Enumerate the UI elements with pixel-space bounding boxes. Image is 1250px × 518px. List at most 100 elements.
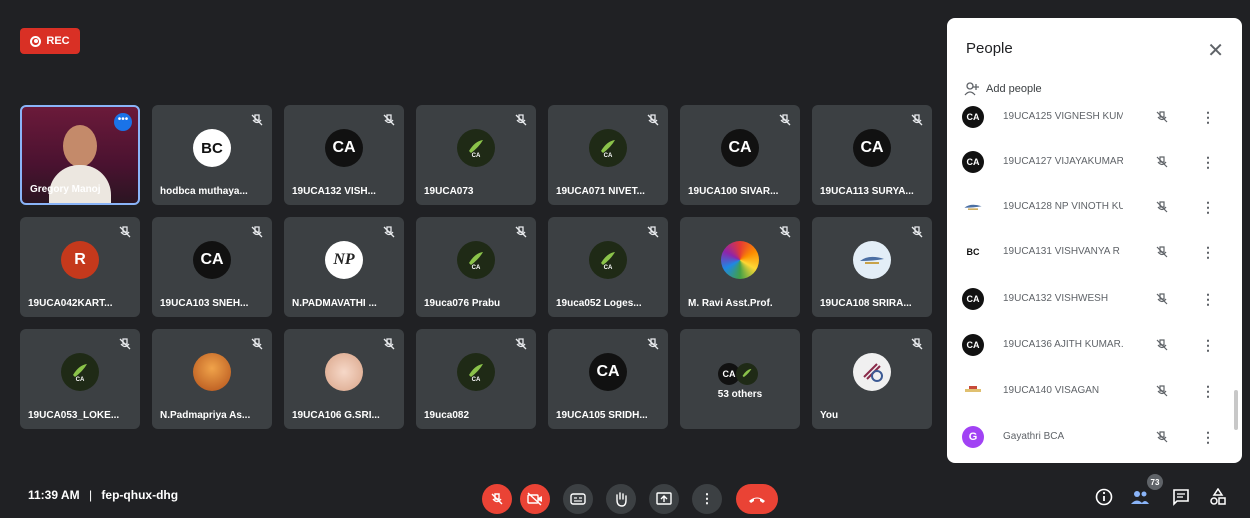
participant-list-item[interactable]: CA 19UCA132 VISHWESH ⋮ (947, 281, 1242, 317)
add-people-label: Add people (986, 83, 1042, 95)
participant-list-item[interactable]: CA 19UCA127 VIJAYAKUMAR K ⋮ (947, 144, 1242, 180)
info-icon (1095, 488, 1113, 506)
mic-off-icon[interactable] (1155, 384, 1169, 398)
participant-list-item[interactable]: CA 19UCA136 AJITH KUMAR.M ⋮ (947, 327, 1242, 363)
participant-name: 19UCA132 VISHWESH (1003, 293, 1109, 304)
participant-list-item[interactable]: CA 19UCA125 VIGNESH KUM... ⋮ (947, 99, 1242, 135)
participant-tile[interactable]: CA 19UCA103 SNEH... (152, 217, 272, 317)
participant-tile[interactable]: CA 19uca052 Loges... (548, 217, 668, 317)
more-options-button[interactable]: ⋮ (692, 484, 722, 514)
participant-avatar (853, 353, 891, 391)
others-count: 53 others (717, 389, 763, 400)
leaf-logo-icon: CA (601, 140, 615, 159)
meeting-info-button[interactable] (1093, 486, 1115, 508)
more-vert-icon[interactable]: ⋮ (1201, 383, 1215, 400)
participant-tile[interactable]: CA 19UCA105 SRIDH... (548, 329, 668, 429)
record-icon (30, 35, 42, 47)
more-vert-icon[interactable]: ⋮ (1201, 154, 1215, 171)
participant-list-item[interactable]: G Gayathri BCA ⋮ (947, 419, 1242, 455)
participant-tile[interactable]: CA 19uca082 (416, 329, 536, 429)
mic-off-icon[interactable] (1155, 292, 1169, 306)
participant-name: You (820, 410, 839, 421)
mic-off-icon[interactable] (1155, 200, 1169, 214)
participant-avatar: CA (457, 129, 495, 167)
ic-logo-icon (863, 363, 883, 382)
participant-tile[interactable]: CA 19UCA132 VISH... (284, 105, 404, 205)
participant-tile[interactable]: 19UCA108 SRIRA... (812, 217, 932, 317)
participant-name: 19UCA100 SIVAR... (688, 186, 779, 197)
more-vert-icon[interactable]: ⋮ (1201, 244, 1215, 261)
participant-tile[interactable]: 19UCA106 G.SRI... (284, 329, 404, 429)
participant-list-item[interactable]: 19UCA140 VISAGAN ⋮ (947, 373, 1242, 409)
close-icon[interactable]: ✕ (1207, 38, 1224, 63)
leaf-logo-text: CA (472, 377, 481, 383)
participant-tile[interactable]: You (812, 329, 932, 429)
leaf-logo-text: CA (604, 153, 613, 159)
participant-tile[interactable]: CA 19UCA113 SURYA... (812, 105, 932, 205)
more-vert-icon: ⋮ (700, 491, 714, 506)
more-options-icon[interactable]: ••• (114, 113, 132, 131)
participant-name: 19UCA103 SNEH... (160, 298, 249, 309)
mic-off-icon[interactable] (1155, 338, 1169, 352)
participant-tile[interactable]: M. Ravi Asst.Prof. (680, 217, 800, 317)
more-vert-icon[interactable]: ⋮ (1201, 109, 1215, 126)
mic-off-icon (647, 114, 659, 126)
show-everyone-button[interactable] (1129, 486, 1151, 508)
participant-tile[interactable]: NP N.PADMAVATHI ... (284, 217, 404, 317)
captions-button[interactable] (563, 484, 593, 514)
leaf-logo-icon (742, 368, 752, 378)
people-list-scrollbar[interactable] (1234, 390, 1238, 430)
leaf-logo-text: CA (472, 153, 481, 159)
participant-tile[interactable]: ••• Gregory Manoj (20, 105, 140, 205)
participant-count-badge: 73 (1147, 474, 1163, 490)
participant-avatar: CA (589, 241, 627, 279)
participant-avatar: CA (962, 106, 984, 128)
mic-off-icon[interactable] (1155, 110, 1169, 124)
leaf-logo-text: CA (76, 377, 85, 383)
mic-off-icon (779, 226, 791, 238)
mic-off-icon (779, 114, 791, 126)
participant-tile[interactable]: CA 19UCA053_LOKE... (20, 329, 140, 429)
participant-name: 19UCA128 NP VINOTH KU... (1003, 201, 1123, 212)
camera-off-icon (527, 492, 542, 506)
participant-name: 19UCA105 SRIDH... (556, 410, 648, 421)
participant-avatar: CA (457, 241, 495, 279)
self-video-head (63, 125, 97, 167)
camera-toggle-button[interactable] (520, 484, 550, 514)
participant-list-item[interactable]: BC 19UCA131 VISHVANYA R ⋮ (947, 234, 1242, 270)
add-people-button[interactable]: Add people (964, 82, 1042, 96)
mic-toggle-button[interactable] (482, 484, 512, 514)
add-person-icon (964, 82, 979, 96)
participant-list-item[interactable]: 19UCA128 NP VINOTH KU... ⋮ (947, 189, 1242, 225)
more-vert-icon[interactable]: ⋮ (1201, 291, 1215, 308)
more-vert-icon[interactable]: ⋮ (1201, 199, 1215, 216)
mic-off-icon (911, 226, 923, 238)
more-vert-icon[interactable]: ⋮ (1201, 337, 1215, 354)
mic-off-icon (647, 226, 659, 238)
recording-label: REC (46, 35, 70, 47)
mic-off-icon (911, 114, 923, 126)
more-vert-icon[interactable]: ⋮ (1201, 429, 1215, 446)
mic-off-icon[interactable] (1155, 245, 1169, 259)
mic-off-icon[interactable] (1155, 155, 1169, 169)
leaf-logo-icon: CA (469, 364, 483, 383)
emblem-logo-icon (965, 386, 981, 392)
others-tile[interactable]: CA 53 others (680, 329, 800, 429)
mic-off-icon (491, 493, 503, 505)
end-call-button[interactable] (736, 484, 778, 514)
raise-hand-button[interactable] (606, 484, 636, 514)
participant-tile[interactable]: N.Padmapriya As... (152, 329, 272, 429)
participant-tile[interactable]: BC hodbca muthaya... (152, 105, 272, 205)
participant-tile[interactable]: CA 19UCA071 NIVET... (548, 105, 668, 205)
participant-tile[interactable]: R 19UCA042KART... (20, 217, 140, 317)
participant-tile[interactable]: CA 19UCA100 SIVAR... (680, 105, 800, 205)
participant-name: hodbca muthaya... (160, 186, 248, 197)
participant-tile[interactable]: CA 19uca076 Prabu (416, 217, 536, 317)
meeting-code: fep-qhux-dhg (101, 488, 179, 502)
activities-button[interactable] (1207, 486, 1229, 508)
participant-tile[interactable]: CA 19UCA073 (416, 105, 536, 205)
mic-off-icon[interactable] (1155, 430, 1169, 444)
leaf-logo-icon: CA (601, 252, 615, 271)
chat-button[interactable] (1170, 486, 1192, 508)
present-screen-button[interactable] (649, 484, 679, 514)
